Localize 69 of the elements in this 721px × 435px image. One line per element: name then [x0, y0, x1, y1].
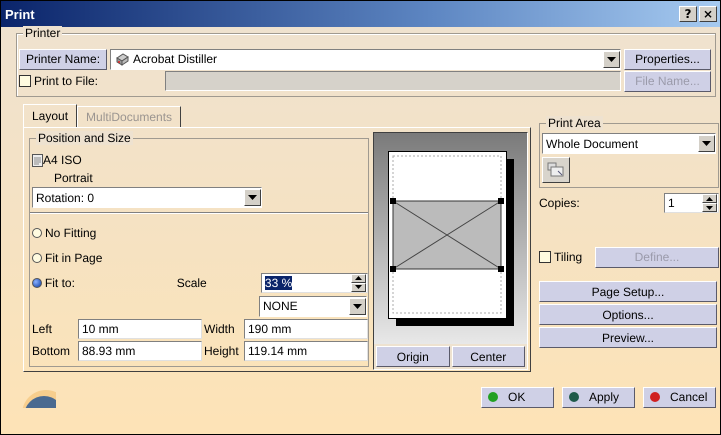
- radio-button[interactable]: [32, 252, 42, 262]
- group-legend: Position and Size: [36, 131, 133, 145]
- printer-dropdown[interactable]: Acrobat Distiller: [110, 48, 621, 70]
- scale-value: 33 %: [264, 276, 292, 290]
- document-icon: [32, 154, 43, 166]
- field-value: 10 mm: [82, 322, 119, 336]
- printer-name-button[interactable]: Printer Name:: [19, 48, 108, 70]
- select-area-button[interactable]: [542, 157, 570, 183]
- field-value: 119.14 mm: [248, 344, 308, 358]
- group-legend: Printer: [23, 26, 62, 40]
- tiling-label: Tiling: [554, 250, 584, 264]
- copies-label: Copies:: [539, 196, 581, 210]
- orientation-label: Portrait: [54, 171, 93, 185]
- input-field[interactable]: 88.93 mm: [78, 341, 202, 361]
- file-path-field[interactable]: [165, 71, 621, 91]
- scale-unit-value: NONE: [263, 299, 298, 313]
- field-value: 190 mm: [248, 322, 292, 336]
- button-label: Cancel: [670, 390, 708, 404]
- copies-value: 1: [668, 196, 675, 210]
- scale-label: Scale: [176, 276, 208, 290]
- rotation-dropdown[interactable]: Rotation: 0: [32, 187, 262, 208]
- printer-value: Acrobat Distiller: [133, 52, 218, 66]
- dialog-button[interactable]: Cancel: [643, 386, 716, 408]
- print-area-dropdown[interactable]: Whole Document: [542, 133, 716, 154]
- dropdown-arrow-icon: [248, 195, 257, 200]
- spinner-icon[interactable]: [350, 274, 366, 292]
- origin-button[interactable]: Origin: [376, 346, 450, 367]
- field-label: Bottom: [32, 344, 72, 358]
- field-value: 88.93 mm: [82, 344, 136, 358]
- field-label: Width: [204, 322, 236, 336]
- paper-size-label: A4 ISO: [43, 153, 82, 167]
- window-title: Print: [5, 6, 35, 22]
- input-field[interactable]: 190 mm: [244, 319, 368, 339]
- copies-field[interactable]: 1: [664, 193, 719, 213]
- radio-button[interactable]: [32, 228, 42, 238]
- radio-button[interactable]: [32, 278, 42, 288]
- dropdown-arrow-icon: [702, 141, 711, 146]
- close-button[interactable]: ×: [699, 6, 717, 22]
- fitting-option-label: Fit in Page: [45, 250, 102, 264]
- scale-unit-dropdown[interactable]: NONE: [259, 296, 367, 316]
- dropdown-arrow-icon: [353, 304, 362, 308]
- button-label: Apply: [589, 390, 620, 404]
- side-button[interactable]: Preview...: [539, 327, 717, 348]
- input-field[interactable]: 10 mm: [78, 319, 202, 339]
- field-label: Left: [32, 322, 54, 336]
- fitting-option-label: No Fitting: [45, 226, 96, 240]
- scale-field[interactable]: 33 %: [260, 272, 368, 292]
- fitting-option-label: Fit to:: [44, 276, 76, 290]
- dropdown-arrow-icon: [607, 56, 616, 62]
- rotation-value: Rotation: 0: [36, 190, 94, 204]
- print-area-value: Whole Document: [546, 136, 638, 150]
- properties-button[interactable]: Properties...: [624, 48, 711, 70]
- side-button[interactable]: Page Setup...: [539, 281, 717, 302]
- dialog-button[interactable]: Apply: [562, 386, 635, 408]
- button-label: OK: [508, 390, 526, 404]
- help-button[interactable]: ?: [679, 6, 697, 22]
- field-label: Height: [204, 344, 240, 358]
- tab[interactable]: Layout: [23, 104, 78, 127]
- center-button[interactable]: Center: [452, 346, 525, 367]
- spinner-icon[interactable]: [702, 194, 717, 212]
- print-to-file-label: Print to File:: [34, 74, 100, 88]
- area-selection-icon: [547, 162, 565, 178]
- side-button[interactable]: Options...: [539, 304, 717, 325]
- input-field[interactable]: 119.14 mm: [244, 341, 368, 361]
- group-legend: Print Area: [546, 116, 603, 130]
- dialog-button[interactable]: OK: [481, 386, 554, 408]
- printer-icon: [114, 52, 130, 66]
- tiling-checkbox[interactable]: [539, 251, 551, 263]
- print-to-file-checkbox[interactable]: [19, 75, 31, 87]
